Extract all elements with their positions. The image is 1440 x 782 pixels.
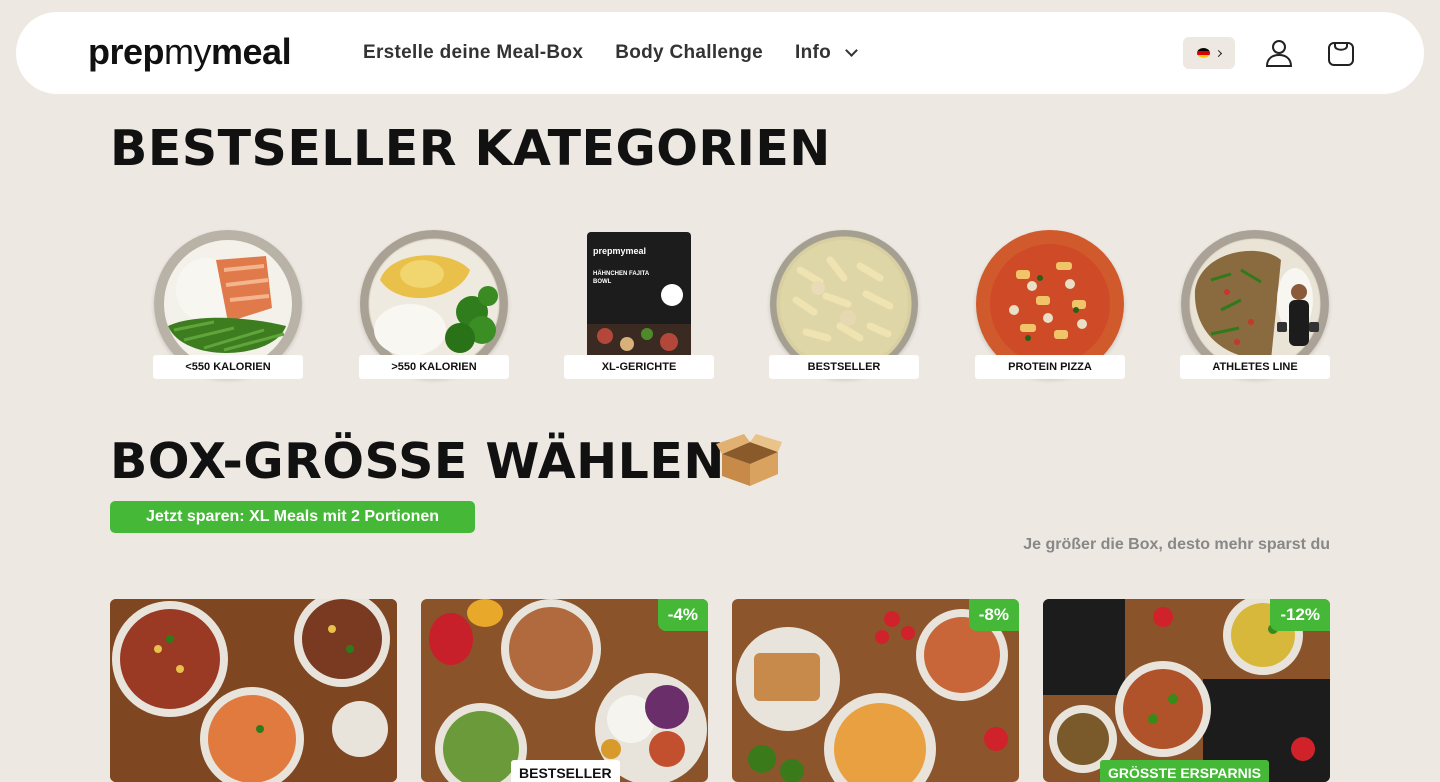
category-label: ATHLETES LINE	[1180, 355, 1330, 379]
promo-banner[interactable]: Jetzt sparen: XL Meals mit 2 Portionen	[110, 501, 475, 533]
category-protein-pizza[interactable]: PROTEIN PIZZA	[975, 228, 1125, 380]
discount-badge: -12%	[1270, 599, 1330, 631]
pack-brand-text: prepmymeal	[593, 246, 647, 256]
box-card-1[interactable]	[110, 599, 397, 782]
category-list: <550 KALORIEN >550 KALORIEN prepmymeal H…	[110, 228, 1330, 380]
nav-label: Info	[794, 42, 832, 63]
protein-badge-icon	[661, 284, 683, 306]
user-icon[interactable]	[1264, 38, 1294, 68]
categories-title: BESTSELLER KATEGORIEN	[110, 120, 831, 177]
nav-item-info[interactable]: Info	[794, 42, 858, 64]
language-selector[interactable]	[1183, 37, 1235, 69]
category-over-550[interactable]: >550 KALORIEN	[359, 228, 509, 380]
box-icon	[716, 434, 782, 486]
box-size-cards: -4% BESTSELLER -8% -12% GRÖSSTE ERSPARNI…	[110, 599, 1330, 782]
logo-text-my: my	[164, 31, 212, 72]
category-label: <550 KALORIEN	[153, 355, 303, 379]
category-label: >550 KALORIEN	[359, 355, 509, 379]
category-label: XL-GERICHTE	[564, 355, 714, 379]
box-card-4[interactable]: -12% GRÖSSTE ERSPARNIS	[1043, 599, 1330, 782]
bestseller-badge: BESTSELLER	[511, 760, 620, 782]
category-label: PROTEIN PIZZA	[975, 355, 1125, 379]
category-xl[interactable]: prepmymeal HÄHNCHEN FAJITA BOWL XL-GERIC…	[564, 228, 714, 380]
logo-text-meal: meal	[211, 31, 292, 72]
box-subline: Je größer die Box, desto mehr sparst du	[1023, 536, 1330, 553]
category-under-550[interactable]: <550 KALORIEN	[153, 228, 303, 380]
nav-label: Body Challenge	[615, 42, 763, 63]
box-card-3[interactable]: -8%	[732, 599, 1019, 782]
chevron-right-icon	[1214, 49, 1223, 57]
category-label: BESTSELLER	[769, 355, 919, 379]
site-header: prepmymeal Erstelle deine Meal-Box Body …	[16, 12, 1424, 94]
discount-badge: -8%	[968, 599, 1019, 631]
box-card-image	[110, 599, 397, 782]
de-flag-icon	[1197, 48, 1210, 58]
box-size-title: BOX-GRÖSSE WÄHLEN	[110, 433, 725, 490]
nav-item-body-challenge[interactable]: Body Challenge	[615, 42, 763, 64]
cart-icon[interactable]	[1326, 37, 1356, 67]
box-card-2[interactable]: -4% BESTSELLER	[421, 599, 708, 782]
category-athletes-line[interactable]: ATHLETES LINE	[1180, 228, 1330, 380]
logo-text-prep: prep	[88, 31, 165, 72]
nav-label: Erstelle deine Meal-Box	[363, 42, 584, 63]
discount-badge: -4%	[657, 599, 708, 631]
pack-title-text: HÄHNCHEN FAJITA BOWL	[593, 271, 650, 285]
category-image: prepmymeal HÄHNCHEN FAJITA BOWL	[587, 232, 691, 358]
logo[interactable]: prepmymeal	[88, 31, 292, 72]
chevron-down-icon	[845, 44, 858, 57]
biggest-savings-badge: GRÖSSTE ERSPARNIS	[1100, 760, 1269, 782]
main-nav: Erstelle deine Meal-Box Body Challenge I…	[363, 12, 858, 94]
category-bestseller[interactable]: BESTSELLER	[769, 228, 919, 380]
nav-item-meal-box[interactable]: Erstelle deine Meal-Box	[363, 42, 583, 64]
